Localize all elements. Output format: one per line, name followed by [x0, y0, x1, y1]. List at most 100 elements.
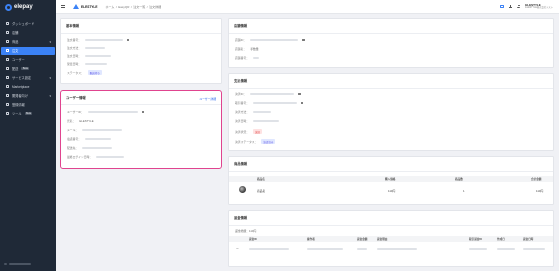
payment-id-row: 決済ID： — [235, 92, 301, 96]
copy-icon[interactable] — [298, 92, 301, 96]
store-number-row: 店舗番号： — [235, 56, 259, 60]
developer-icon — [6, 94, 9, 98]
column-header: 取引返金ID — [469, 238, 482, 241]
sidebar-item-delivery[interactable]: 配送 Beta — [1, 65, 55, 73]
card-title: 支払情報 — [234, 79, 248, 83]
column-header: 操作者 — [307, 238, 315, 241]
product-name-link[interactable]: 商品名 — [257, 189, 265, 193]
column-header: 返金理由 — [377, 238, 388, 241]
redacted-text — [377, 248, 417, 250]
breadcrumb-order-detail: 注文詳細 — [149, 4, 162, 9]
redacted-text — [9, 263, 31, 265]
download-icon[interactable] — [508, 4, 513, 9]
sidebar-item-product[interactable]: 商品 ▾ — [1, 38, 55, 46]
redacted-text — [82, 129, 123, 131]
sidebar-item-marketplace[interactable]: Marketplace — [1, 83, 55, 91]
payment-info-card: 支払情報 決済ID： 取引番号： 決済方法： 決済日時： 決済状況： 決済 決済… — [228, 73, 554, 151]
card-title: 返金情報 — [234, 216, 248, 220]
chevron-down-icon: ▾ — [49, 75, 51, 80]
account-company: ELESTYLE株式会社テスト — [525, 6, 553, 9]
settings-icon — [6, 76, 9, 80]
copy-icon[interactable] — [301, 101, 304, 105]
copy-icon[interactable] — [302, 38, 305, 42]
redacted-text — [85, 55, 111, 57]
beta-badge: Beta — [24, 112, 33, 116]
copy-icon[interactable] — [127, 38, 130, 42]
status-row: ステータス： 配送待ち — [67, 70, 102, 76]
sidebar-item-registration[interactable]: 登録情報 — [1, 101, 55, 109]
marketplace-icon — [6, 85, 9, 89]
topbar-actions: ELESTYLE ELESTYLE株式会社テスト — [500, 3, 553, 10]
sidebar-item-label: 商品 — [12, 40, 19, 45]
column-header: 作成日 — [497, 238, 505, 241]
tools-icon — [6, 112, 9, 116]
user-info-card: ユーザー情報 ユーザー詳細 ユーザーID： 氏名： ELESTYLE メール： … — [60, 90, 222, 169]
product-total: 110円 — [536, 189, 544, 193]
delivery-icon — [6, 67, 9, 71]
payment-date-row: 決済日時： — [235, 119, 279, 123]
redacted-text — [249, 248, 289, 250]
redacted-text — [85, 39, 123, 41]
copy-icon[interactable] — [141, 110, 145, 114]
store-name-row: 店舗名： 手数量 — [235, 47, 259, 51]
brand-name: ELESTYLE — [81, 4, 98, 9]
redacted-text — [250, 39, 299, 41]
column-header: 合計金額 — [531, 178, 542, 181]
sidebar-item-label: ダッシュボード — [12, 22, 35, 27]
sidebar-footer[interactable] — [4, 261, 52, 267]
order-method-row: 注文方法： — [67, 46, 105, 50]
sidebar-item-service-settings[interactable]: サービス設定 ▾ — [1, 74, 55, 82]
column-header: 返金金額 — [357, 238, 368, 241]
breadcrumb: ホーム / EasyQR / 注文一覧 / 注文詳細 — [105, 5, 161, 9]
sidebar-item-order[interactable]: 注文 — [1, 47, 55, 55]
sidebar-item-label: 店舗 — [12, 31, 19, 36]
breadcrumb-easyqr[interactable]: EasyQR — [118, 5, 129, 9]
redacted-text — [307, 248, 343, 250]
breadcrumb-home[interactable]: ホーム — [105, 5, 114, 9]
sidebar-item-label: ツール — [12, 112, 22, 117]
card-title: ユーザー情報 — [66, 96, 86, 100]
app-logo[interactable]: elepay — [0, 0, 56, 14]
card-title: 商品情報 — [234, 162, 248, 166]
user-phone-row: 電話番号： — [67, 137, 111, 141]
status-badge: 配送待ち — [87, 70, 102, 76]
account-menu[interactable]: ELESTYLE ELESTYLE株式会社テスト — [525, 3, 553, 10]
refund-summary: 返金総額：110円 — [235, 229, 257, 233]
redacted-text — [253, 120, 279, 122]
elepay-logo-icon — [5, 3, 12, 11]
transaction-number-row: 取引番号： — [235, 101, 304, 105]
sidebar-item-developer[interactable]: 開発者向け ▾ — [1, 92, 55, 100]
sidebar-item-label: 配送 — [12, 67, 19, 72]
basic-info-card: 基本情報 注文番号： 注文方法： 注文日時： 受渡日時： ステータス： 配送待ち — [60, 18, 222, 84]
redacted-text — [85, 63, 107, 65]
payment-state-row: 決済ステータス： 決済済み — [235, 139, 276, 145]
account-avatar — [4, 263, 7, 265]
sidebar-item-user[interactable]: ユーザー — [1, 56, 55, 64]
sidebar-item-store[interactable]: 店舗 — [1, 29, 55, 37]
menu-icon[interactable] — [61, 5, 65, 8]
account-icon[interactable] — [517, 4, 521, 9]
payment-method-row: 決済方法： — [235, 110, 271, 114]
window-icon[interactable] — [500, 4, 504, 9]
breadcrumb-separator: / — [146, 4, 148, 9]
refund-table-header: 返金ID 操作者 返金金額 返金理由 取引返金ID 作成日 返金日時 — [229, 236, 553, 242]
sidebar-nav: ダッシュボード 店舗 商品 ▾ 注文 ユーザー 配送 Beta サービス設定 ▾ — [0, 20, 56, 118]
redacted-text — [250, 93, 295, 95]
store-icon — [6, 31, 9, 35]
payment-status-row: 決済状況： 決済 — [235, 129, 263, 135]
product-info-card: 商品情報 商品名 購入価格 商品数 合計金額 商品名 110円 1 110円 — [228, 156, 554, 205]
sidebar-item-label: ユーザー — [12, 58, 25, 63]
sidebar-item-dashboard[interactable]: ダッシュボード — [1, 20, 55, 28]
topbar: ELESTYLE ホーム / EasyQR / 注文一覧 / 注文詳細 ELES… — [56, 0, 559, 14]
redacted-text — [253, 57, 259, 59]
dashboard-icon — [6, 22, 9, 26]
user-detail-link[interactable]: ユーザー詳細 — [199, 97, 216, 101]
payment-status-badge: 決済 — [253, 129, 263, 135]
sidebar-item-tools[interactable]: ツール Beta — [1, 110, 55, 118]
user-icon — [6, 58, 9, 62]
breadcrumb-separator: / — [130, 4, 132, 9]
sidebar-item-label: Marketplace — [12, 84, 30, 89]
breadcrumb-order-list[interactable]: 注文一覧 — [133, 5, 145, 9]
column-header: 返金ID — [249, 238, 257, 241]
product-price: 110円 — [388, 189, 396, 193]
